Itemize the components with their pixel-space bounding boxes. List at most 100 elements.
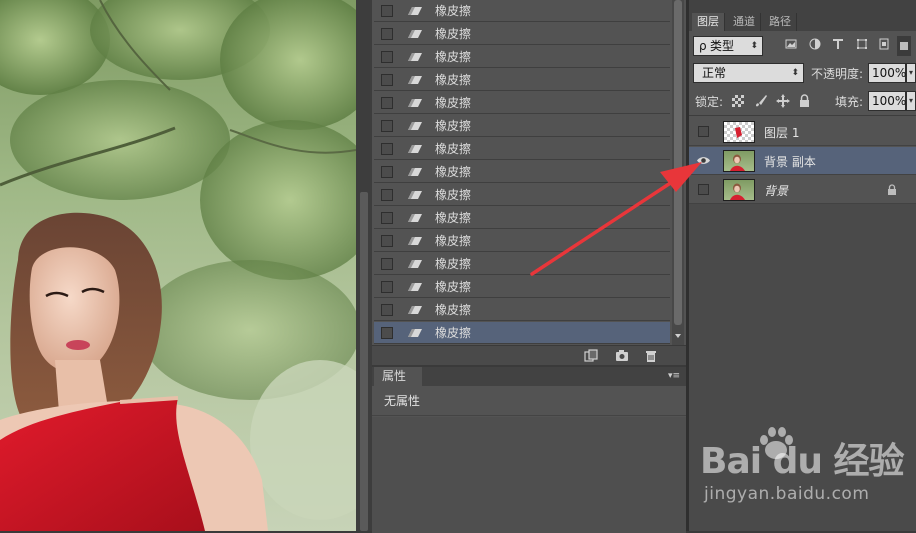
baidu-jingyan-watermark-logo: Bai du 经验 jingyan.baidu.com <box>700 427 910 512</box>
lock-transparent-pixels-icon[interactable] <box>732 95 744 107</box>
history-source-checkbox[interactable] <box>381 96 393 109</box>
blend-mode-select[interactable]: 正常 ⬍ <box>693 63 804 83</box>
updown-arrow-icon: ⬍ <box>791 68 799 78</box>
history-state-row[interactable]: 橡皮擦 <box>374 92 670 114</box>
eraser-tool-icon <box>408 6 422 15</box>
eye-visibility-icon[interactable] <box>696 155 711 166</box>
properties-empty-text: 无属性 <box>372 386 686 416</box>
lock-all-icon[interactable] <box>799 94 810 107</box>
history-scrollbar[interactable] <box>672 0 684 345</box>
eraser-tool-icon <box>408 121 422 130</box>
history-source-checkbox[interactable] <box>381 211 393 224</box>
eraser-tool-icon <box>408 98 422 107</box>
fill-dropdown-arrow-icon[interactable]: ▾ <box>906 91 916 111</box>
adjustment-layer-filter-icon[interactable] <box>809 38 821 50</box>
history-state-row[interactable]: 橡皮擦 <box>374 184 670 206</box>
watermark-logo-text: Bai du 经验 <box>700 441 905 482</box>
type-layer-filter-icon[interactable] <box>832 38 844 50</box>
visibility-toggle-box[interactable] <box>698 126 709 137</box>
history-source-checkbox[interactable] <box>381 4 393 17</box>
trash-icon[interactable] <box>644 349 658 362</box>
canvas-scroll-thumb[interactable] <box>360 192 368 531</box>
history-source-checkbox[interactable] <box>381 326 393 339</box>
layer-thumbnail-transparent <box>723 121 755 143</box>
new-document-from-state-icon[interactable] <box>584 349 598 362</box>
layer-name[interactable]: 背景 <box>764 182 788 199</box>
panel-menu-icon[interactable]: ▾≡ <box>668 371 680 381</box>
history-source-checkbox[interactable] <box>381 280 393 293</box>
history-scroll-thumb[interactable] <box>674 0 682 325</box>
eraser-tool-icon <box>408 29 422 38</box>
history-source-checkbox[interactable] <box>381 257 393 270</box>
layer-row[interactable]: 背景 <box>689 176 916 204</box>
layer-row[interactable]: 背景 副本 <box>689 147 916 175</box>
lock-image-pixels-brush-icon[interactable] <box>754 94 768 108</box>
history-source-checkbox[interactable] <box>381 73 393 86</box>
history-state-row[interactable]: 橡皮擦 <box>374 23 670 45</box>
history-state-row[interactable]: 橡皮擦 <box>374 115 670 137</box>
properties-tabbar: 属性 ▾≡ <box>372 367 686 386</box>
layer-name[interactable]: 图层 1 <box>764 124 799 141</box>
smart-object-filter-icon[interactable] <box>878 38 890 50</box>
history-footer <box>372 345 686 366</box>
history-state-label: 橡皮擦 <box>435 27 472 41</box>
opacity-dropdown-arrow-icon[interactable]: ▾ <box>906 63 916 83</box>
canvas-vertical-scrollbar[interactable] <box>356 0 372 531</box>
history-state-row[interactable]: 橡皮擦 <box>374 46 670 68</box>
tab-layers-1[interactable]: 通道 <box>728 13 761 31</box>
history-state-row[interactable]: 橡皮擦 <box>374 69 670 91</box>
eraser-tool-icon <box>408 282 422 291</box>
history-state-row[interactable]: 橡皮擦 <box>374 0 670 22</box>
snapshot-camera-icon[interactable] <box>615 349 629 362</box>
properties-content-area <box>372 417 686 533</box>
lock-label: 锁定: <box>695 95 724 109</box>
history-source-checkbox[interactable] <box>381 142 393 155</box>
lock-position-move-icon[interactable] <box>776 94 790 108</box>
history-source-checkbox[interactable] <box>381 119 393 132</box>
history-source-checkbox[interactable] <box>381 234 393 247</box>
history-panel: 橡皮擦 橡皮擦 橡皮擦 橡皮擦 橡皮擦 橡皮擦 橡皮擦 橡皮擦 橡皮擦 橡皮擦 橡皮擦 橡皮擦 橡皮擦橡… <box>372 0 686 366</box>
filter-toggle-switch[interactable] <box>897 36 911 56</box>
history-state-row[interactable]: 橡皮擦 <box>374 161 670 183</box>
layer-lock-icon[interactable] <box>887 184 897 195</box>
history-state-label: 橡皮擦 <box>435 165 472 179</box>
history-source-checkbox[interactable] <box>381 50 393 63</box>
history-state-row[interactable]: 橡皮擦 <box>374 207 670 229</box>
fill-input[interactable]: 100% <box>868 91 906 111</box>
shape-layer-filter-icon[interactable] <box>856 38 868 50</box>
tab-layers-2[interactable]: 路径 <box>764 13 797 31</box>
eraser-tool-icon <box>408 144 422 153</box>
history-source-checkbox[interactable] <box>381 188 393 201</box>
history-source-checkbox[interactable] <box>381 27 393 40</box>
history-state-row[interactable]: 橡皮擦 <box>374 138 670 160</box>
scroll-down-arrow-icon[interactable] <box>675 334 681 338</box>
filter-toggle-knob <box>900 42 908 50</box>
photo-illustration <box>0 0 356 531</box>
history-state-row[interactable]: 橡皮擦 <box>374 230 670 252</box>
history-source-checkbox[interactable] <box>381 165 393 178</box>
eraser-tool-icon <box>408 328 422 337</box>
pixel-layer-filter-icon[interactable] <box>785 38 797 50</box>
history-source-checkbox[interactable] <box>381 303 393 316</box>
tab-layers-0[interactable]: 图层 <box>692 13 725 31</box>
opacity-input[interactable]: 100% <box>868 63 906 83</box>
history-state-row[interactable]: 橡皮擦 <box>374 322 670 344</box>
eraser-tool-icon <box>408 190 422 199</box>
document-canvas-photo[interactable] <box>0 0 356 531</box>
eraser-tool-icon <box>408 259 422 268</box>
history-state-row[interactable]: 橡皮擦 <box>374 299 670 321</box>
layer-filter-kind-select[interactable]: ρ 类型 ⬍ <box>693 36 763 56</box>
history-state-label: 橡皮擦 <box>435 119 472 133</box>
history-state-label: 橡皮擦 <box>435 303 472 317</box>
watermark-url: jingyan.baidu.com <box>704 484 870 504</box>
layer-name[interactable]: 背景 副本 <box>764 153 816 170</box>
layer-row[interactable]: 图层 1 <box>689 118 916 146</box>
visibility-toggle-box[interactable] <box>698 184 709 195</box>
eraser-tool-icon <box>408 75 422 84</box>
history-state-label: 橡皮擦 <box>435 280 472 294</box>
history-state-label: 橡皮擦 <box>435 257 472 271</box>
eraser-tool-icon <box>408 305 422 314</box>
history-state-row[interactable]: 橡皮擦 <box>374 276 670 298</box>
history-state-row[interactable]: 橡皮擦 <box>374 253 670 275</box>
tab-properties[interactable]: 属性 <box>374 367 422 386</box>
